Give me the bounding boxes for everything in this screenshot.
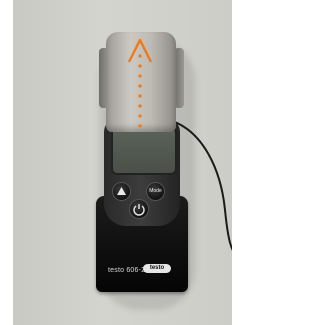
device-model-label: testo 606-2 <box>108 267 146 274</box>
brand-logo: testo <box>143 264 171 273</box>
up-arrow-button <box>113 183 130 200</box>
mode-button: Mode <box>147 183 164 200</box>
up-arrow-icon <box>117 187 126 195</box>
power-icon <box>133 204 145 216</box>
power-button <box>130 200 148 218</box>
mode-button-label: Mode <box>149 188 162 194</box>
orange-direction-arrow <box>127 38 153 128</box>
photo-scene: testo 606-2 testo Mode <box>13 0 232 325</box>
